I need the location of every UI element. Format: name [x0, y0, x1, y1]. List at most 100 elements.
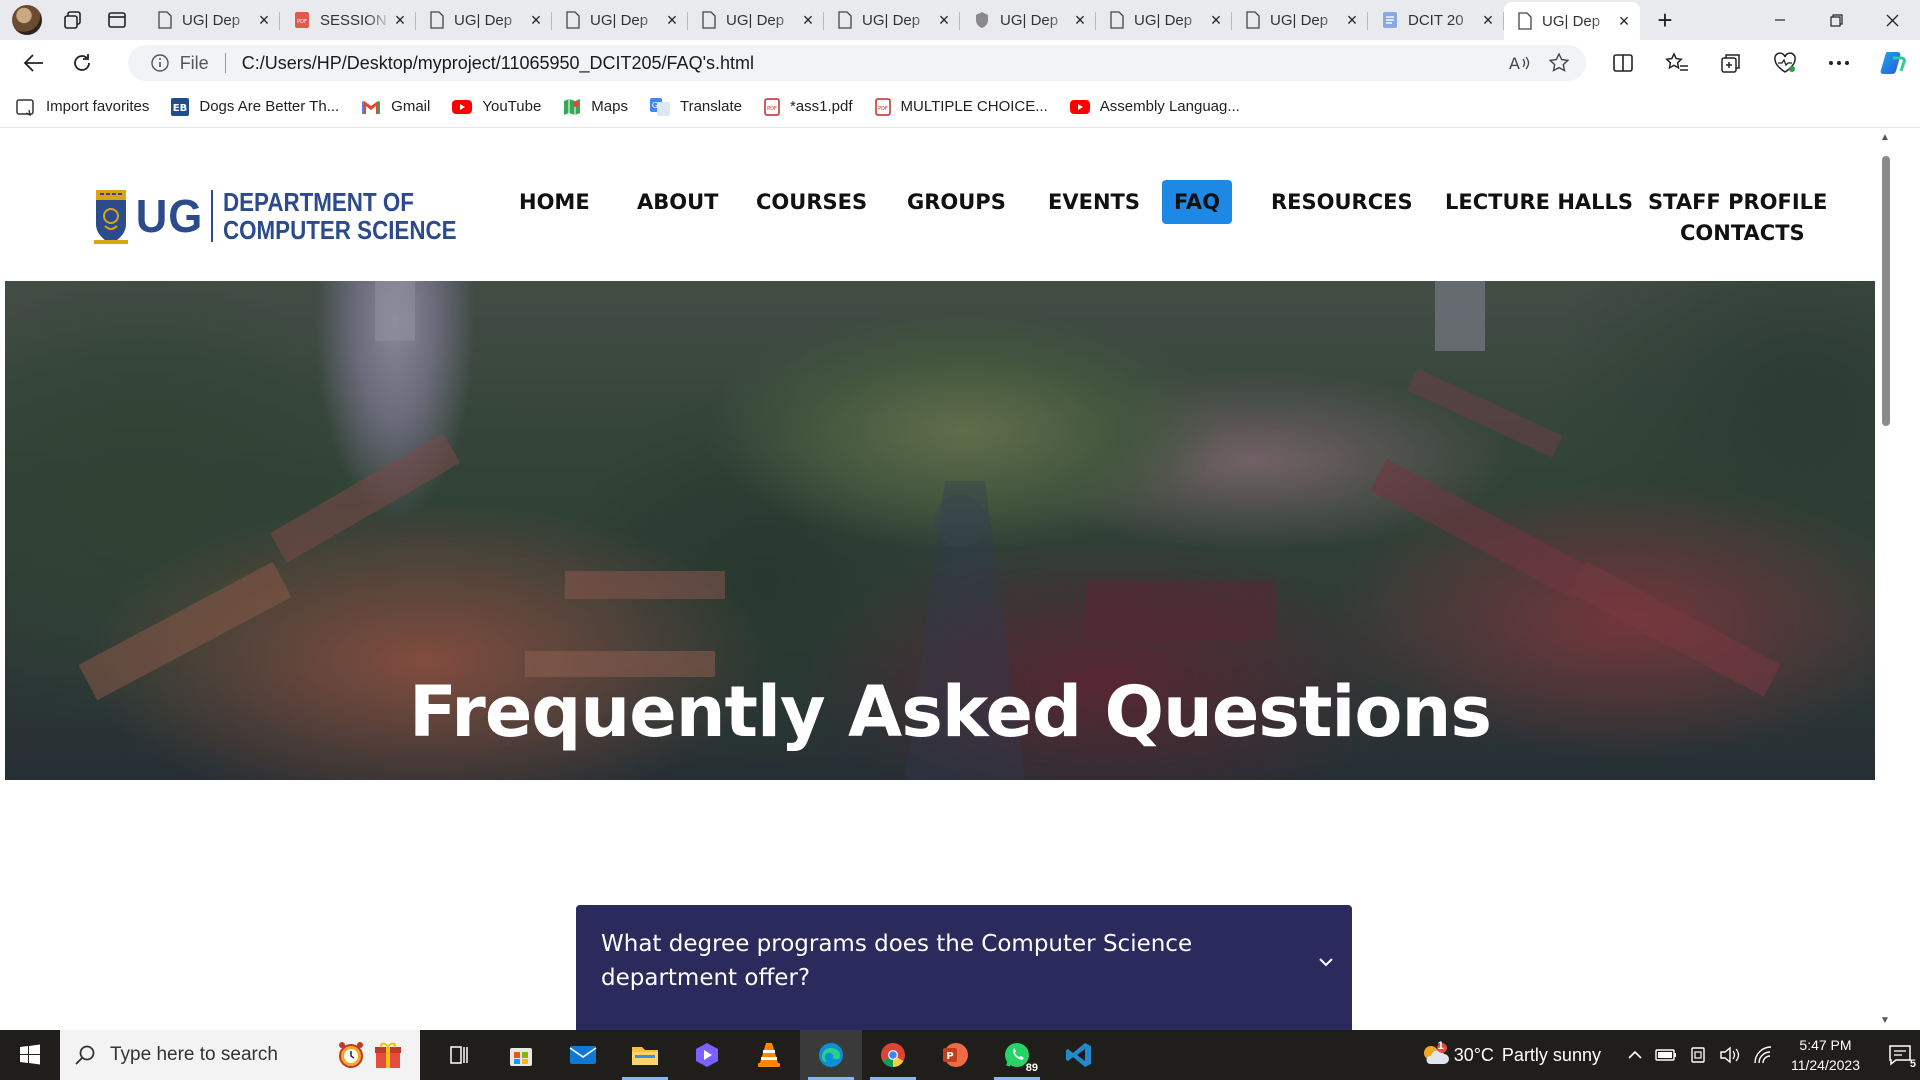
favorite-youtube[interactable]: YouTube: [452, 98, 541, 115]
task-view-button[interactable]: [428, 1030, 490, 1080]
taskbar-search[interactable]: Type here to search: [60, 1030, 420, 1080]
browser-tab[interactable]: UG| Dep ×: [688, 3, 824, 37]
nav-contacts[interactable]: CONTACTS: [1668, 211, 1817, 255]
close-window-button[interactable]: [1864, 0, 1920, 40]
weather-widget[interactable]: 1 30°C Partly sunny: [1420, 1040, 1601, 1068]
nav-home[interactable]: HOME: [507, 180, 602, 224]
favorite-translate[interactable]: G Translate: [649, 97, 742, 116]
taskbar-app-mail[interactable]: [552, 1030, 614, 1080]
favorite-star-icon[interactable]: [1548, 52, 1570, 74]
refresh-icon: [73, 54, 90, 71]
favorite-gmail[interactable]: Gmail: [361, 98, 430, 115]
notification-center-button[interactable]: 5: [1880, 1030, 1920, 1080]
taskbar-app-file-explorer[interactable]: [614, 1030, 676, 1080]
browser-tab[interactable]: UG| Dep ×: [1232, 3, 1368, 37]
nav-resources[interactable]: RESOURCES: [1259, 180, 1425, 224]
close-tab-icon[interactable]: ×: [1480, 10, 1496, 31]
read-aloud-icon[interactable]: A: [1508, 53, 1530, 73]
device-icon[interactable]: [1689, 1046, 1707, 1064]
browser-tab[interactable]: UG| Dep ×: [416, 3, 552, 37]
browser-tab[interactable]: UG| Dep ×: [960, 3, 1096, 37]
close-tab-icon[interactable]: ×: [800, 10, 816, 31]
page-scrollbar[interactable]: ▲ ▼: [1875, 128, 1895, 1030]
back-button[interactable]: [14, 43, 54, 83]
nav-events[interactable]: EVENTS: [1036, 180, 1152, 224]
favorite-maps[interactable]: Maps: [563, 98, 628, 116]
browser-essentials-button[interactable]: [1758, 43, 1812, 83]
favorite-label: Maps: [591, 98, 628, 115]
taskbar-app-powerpoint[interactable]: P: [924, 1030, 986, 1080]
chevron-up-icon[interactable]: [1627, 1050, 1643, 1060]
copilot-button[interactable]: [1866, 43, 1920, 83]
taskbar-app-store[interactable]: [490, 1030, 552, 1080]
favorites-button[interactable]: [1650, 43, 1704, 83]
chevron-down-icon[interactable]: [1318, 957, 1334, 967]
taskbar-app-whatsapp[interactable]: 89: [986, 1030, 1048, 1080]
browser-tab[interactable]: PDF SESSION ×: [280, 3, 416, 37]
close-tab-icon[interactable]: ×: [256, 10, 272, 31]
nav-lecture-halls[interactable]: LECTURE HALLS: [1433, 180, 1645, 224]
nav-about[interactable]: ABOUT: [625, 180, 731, 224]
faq-accordion-item[interactable]: What degree programs does the Computer S…: [576, 905, 1352, 1030]
close-tab-icon[interactable]: ×: [1208, 10, 1224, 31]
scroll-down-icon[interactable]: ▼: [1880, 1015, 1890, 1026]
nav-courses[interactable]: COURSES: [744, 180, 879, 224]
favorite-assembly[interactable]: Assembly Languag...: [1069, 98, 1240, 115]
url-text[interactable]: C:/Users/HP/Desktop/myproject/11065950_D…: [242, 53, 1508, 74]
site-logo[interactable]: UG DEPARTMENT OF COMPUTER SCIENCE: [94, 186, 495, 246]
info-icon[interactable]: [150, 53, 170, 73]
close-tab-icon[interactable]: ×: [1344, 10, 1360, 31]
split-screen-button[interactable]: [1596, 43, 1650, 83]
browser-tab[interactable]: DCIT 20 ×: [1368, 3, 1504, 37]
close-tab-icon[interactable]: ×: [1616, 11, 1632, 32]
browser-tab[interactable]: UG| Dep ×: [144, 3, 280, 37]
scroll-up-icon[interactable]: ▲: [1880, 132, 1890, 143]
scroll-thumb[interactable]: [1882, 156, 1890, 426]
workspaces-button[interactable]: [56, 3, 90, 37]
browser-tab[interactable]: UG| Dep ×: [824, 3, 960, 37]
new-tab-button[interactable]: +: [1646, 3, 1684, 37]
close-tab-icon[interactable]: ×: [392, 10, 408, 31]
close-tab-icon[interactable]: ×: [528, 10, 544, 31]
browser-tab[interactable]: UG| Dep ×: [552, 3, 688, 37]
favorite-label: *ass1.pdf: [789, 98, 853, 115]
settings-more-button[interactable]: [1812, 43, 1866, 83]
taskbar-app-edge[interactable]: [800, 1030, 862, 1080]
system-clock[interactable]: 5:47 PM 11/24/2023: [1791, 1035, 1860, 1075]
taskbar-app-clipchamp[interactable]: [676, 1030, 738, 1080]
pdf-icon: PDF: [295, 12, 309, 28]
mail-icon: [569, 1046, 597, 1064]
close-tab-icon[interactable]: ×: [1072, 10, 1088, 31]
import-icon: [16, 98, 34, 116]
profile-avatar[interactable]: [12, 5, 42, 35]
favorite-import[interactable]: Import favorites: [16, 98, 149, 116]
toolbar-icons: [1596, 43, 1920, 83]
search-highlights[interactable]: [336, 1040, 402, 1070]
tab-actions-button[interactable]: [100, 3, 134, 37]
refresh-button[interactable]: [62, 43, 102, 83]
minimize-button[interactable]: [1752, 0, 1808, 40]
nav-groups[interactable]: GROUPS: [895, 180, 1018, 224]
collections-button[interactable]: [1704, 43, 1758, 83]
favorite-dogs[interactable]: EB Dogs Are Better Th...: [171, 97, 340, 116]
wifi-icon[interactable]: [1753, 1046, 1773, 1064]
browser-tab[interactable]: UG| Dep ×: [1096, 3, 1232, 37]
taskbar-app-vlc[interactable]: [738, 1030, 800, 1080]
taskbar-app-chrome[interactable]: [862, 1030, 924, 1080]
powerpoint-icon: P: [943, 1043, 968, 1067]
clock-date: 11/24/2023: [1790, 1057, 1860, 1073]
address-bar[interactable]: File C:/Users/HP/Desktop/myproject/11065…: [127, 45, 1586, 81]
start-button[interactable]: [0, 1030, 60, 1080]
volume-icon[interactable]: [1719, 1046, 1741, 1064]
close-tab-icon[interactable]: ×: [936, 10, 952, 31]
store-icon: [510, 1048, 532, 1066]
nav-faq[interactable]: FAQ: [1162, 180, 1233, 224]
favorite-multiple-choice[interactable]: PDF MULTIPLE CHOICE...: [874, 97, 1048, 116]
taskbar-app-vscode[interactable]: [1048, 1030, 1110, 1080]
battery-icon[interactable]: [1655, 1048, 1677, 1062]
favorite-ass1-pdf[interactable]: PDF *ass1.pdf: [764, 97, 853, 116]
browser-tab-active[interactable]: UG| Dep ×: [1504, 2, 1640, 40]
favorite-label: Dogs Are Better Th...: [199, 98, 340, 115]
close-tab-icon[interactable]: ×: [664, 10, 680, 31]
restore-button[interactable]: [1808, 0, 1864, 40]
